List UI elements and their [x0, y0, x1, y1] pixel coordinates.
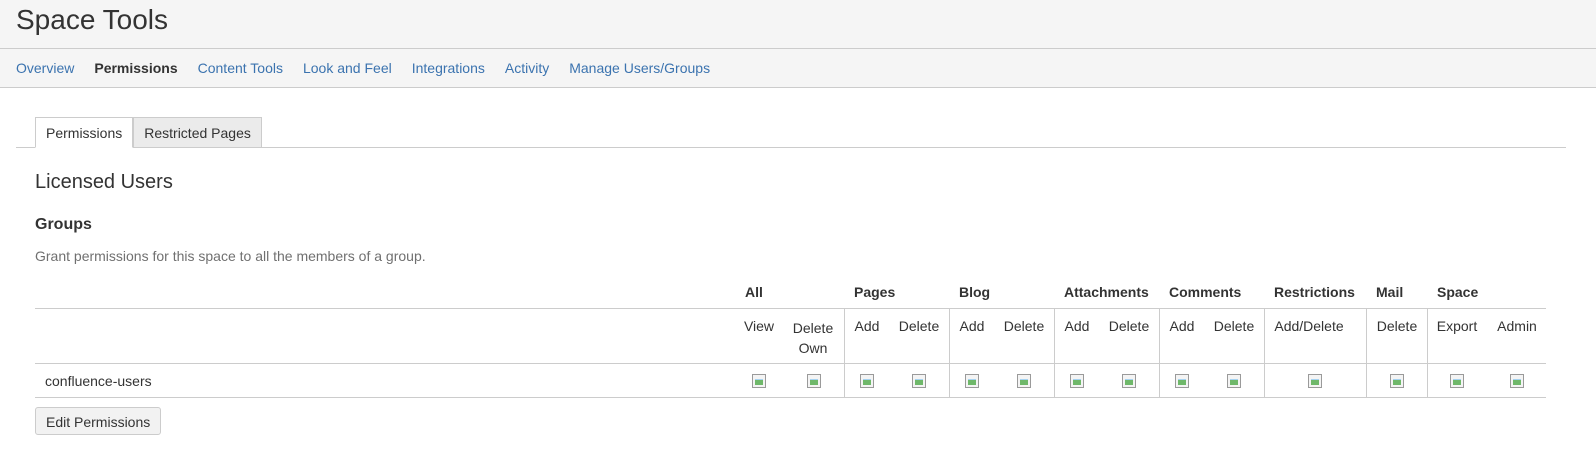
column-separator [949, 309, 950, 397]
group-header-comments: Comments [1169, 284, 1242, 300]
group-header-restrictions: Restrictions [1274, 284, 1355, 300]
nav-look-and-feel[interactable]: Look and Feel [303, 60, 392, 76]
col-header-blog-add: Add [959, 318, 985, 334]
column-separator [1427, 309, 1428, 397]
permission-comments-add-icon [1175, 374, 1189, 388]
groups-heading: Groups [35, 216, 92, 233]
nav-activity[interactable]: Activity [505, 60, 549, 76]
permission-comments-delete-icon [1227, 374, 1241, 388]
column-separator [1054, 309, 1055, 397]
column-separator [1264, 309, 1265, 397]
table-divider [35, 397, 1546, 398]
section-title: Licensed Users [35, 171, 173, 193]
tab-divider [16, 147, 1566, 148]
group-name: confluence-users [45, 373, 152, 389]
permission-all-view-icon [752, 374, 766, 388]
col-header-pages-add: Add [854, 318, 880, 334]
col-header-space-export: Export [1436, 318, 1478, 334]
column-separator [844, 309, 845, 397]
permission-pages-delete-icon [912, 374, 926, 388]
col-header-pages-delete: Delete [898, 318, 940, 334]
permission-blog-add-icon [965, 374, 979, 388]
col-header-comments-add: Add [1169, 318, 1195, 334]
permission-blog-delete-icon [1017, 374, 1031, 388]
table-divider [35, 363, 1546, 364]
edit-permissions-button[interactable]: Edit Permissions [35, 407, 162, 435]
permission-mail-delete-icon [1390, 374, 1404, 388]
space-tools-header: Space Tools Overview Permissions Content… [0, 0, 1596, 88]
col-header-attachments-delete: Delete [1108, 318, 1150, 334]
permission-attachments-delete-icon [1122, 374, 1136, 388]
col-header-all-delete-own: Delete Own [792, 320, 834, 356]
header-divider [0, 48, 1596, 49]
nav-overview[interactable]: Overview [16, 60, 74, 76]
space-tools-nav: Overview Permissions Content Tools Look … [16, 60, 730, 76]
nav-content-tools[interactable]: Content Tools [198, 60, 283, 76]
col-header-mail-delete: Delete [1376, 318, 1418, 334]
tab-restricted-pages[interactable]: Restricted Pages [133, 117, 262, 148]
group-header-space: Space [1437, 284, 1479, 300]
permission-attachments-add-icon [1070, 374, 1084, 388]
permission-restrictions-icon [1308, 374, 1322, 388]
group-header-all: All [745, 284, 763, 300]
permissions-table: All Pages Blog Attachments Comments Rest… [35, 278, 1546, 398]
col-header-restrictions-add-delete: Add/Delete [1274, 318, 1344, 334]
permission-subtabs: Permissions Restricted Pages [35, 117, 262, 148]
nav-integrations[interactable]: Integrations [412, 60, 485, 76]
permission-all-delete-own-icon [807, 374, 821, 388]
groups-description: Grant permissions for this space to all … [35, 248, 426, 264]
col-header-attachments-add: Add [1064, 318, 1090, 334]
group-header-blog: Blog [959, 284, 991, 300]
group-header-attachments: Attachments [1064, 284, 1149, 300]
col-header-all-view: View [743, 318, 775, 334]
nav-permissions[interactable]: Permissions [94, 60, 177, 76]
group-header-pages: Pages [854, 284, 896, 300]
column-separator [1159, 309, 1160, 397]
permission-pages-add-icon [860, 374, 874, 388]
permission-space-admin-icon [1510, 374, 1524, 388]
page-title: Space Tools [16, 4, 169, 35]
column-separator [1366, 309, 1367, 397]
table-divider [35, 308, 1546, 309]
col-header-blog-delete: Delete [1003, 318, 1045, 334]
col-header-comments-delete: Delete [1213, 318, 1255, 334]
group-header-mail: Mail [1376, 284, 1404, 300]
tab-permissions[interactable]: Permissions [35, 117, 134, 148]
col-header-space-admin: Admin [1497, 318, 1537, 334]
nav-manage-users-groups[interactable]: Manage Users/Groups [569, 60, 710, 76]
permission-space-export-icon [1450, 374, 1464, 388]
